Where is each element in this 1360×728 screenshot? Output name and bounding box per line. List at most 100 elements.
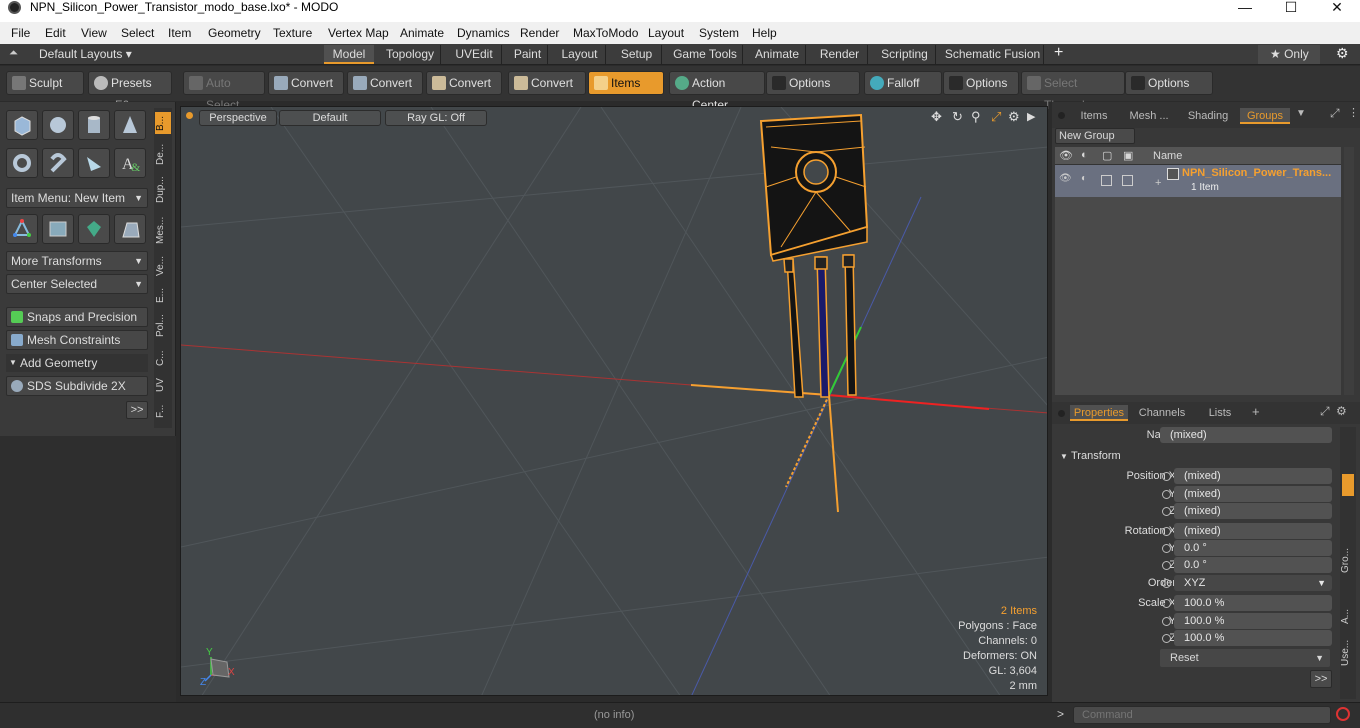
- vtab-deform[interactable]: De...: [155, 140, 171, 168]
- cube-primitive-icon[interactable]: [6, 110, 38, 140]
- row-visibility-icon[interactable]: 👁: [1059, 173, 1072, 184]
- scale-z-field[interactable]: 100.0 %: [1174, 630, 1332, 646]
- side-tab-groups[interactable]: Gro...: [1340, 542, 1356, 578]
- vtab-uv[interactable]: UV: [155, 374, 171, 396]
- keyframe-dot-icon[interactable]: [1162, 527, 1171, 536]
- vtab-mesh[interactable]: Mes...: [155, 212, 171, 248]
- maximize-button[interactable]: ☐: [1268, 0, 1314, 22]
- tab-layout[interactable]: Layout: [554, 45, 606, 64]
- menu-animate[interactable]: Animate: [400, 26, 444, 40]
- select-col-icon[interactable]: ▣: [1123, 149, 1133, 162]
- expand-icon[interactable]: +: [1155, 177, 1161, 189]
- transform-section[interactable]: ▼ Transform: [1058, 448, 1338, 465]
- tab-topology[interactable]: Topology: [380, 45, 441, 64]
- maximize-view-icon[interactable]: ⤢: [991, 109, 1001, 125]
- convert-edges-button[interactable]: Convert: [347, 71, 423, 95]
- items-mode-button[interactable]: Items: [588, 71, 664, 95]
- center-selected-dropdown[interactable]: Center Selected ▼: [6, 274, 148, 294]
- row-lock-checkbox[interactable]: [1101, 175, 1112, 186]
- tab-more-icon[interactable]: ▼: [1296, 108, 1306, 119]
- keyframe-dot-icon[interactable]: [1162, 599, 1171, 608]
- position-z-field[interactable]: (mixed): [1174, 503, 1332, 519]
- menu-vertex-map[interactable]: Vertex Map: [328, 26, 389, 40]
- menu-layout[interactable]: Layout: [648, 26, 684, 40]
- transistor-model[interactable]: [759, 113, 869, 398]
- more-transforms-dropdown[interactable]: More Transforms ▼: [6, 251, 148, 271]
- shading-default-dropdown[interactable]: Default: [279, 110, 381, 126]
- falloff-options-button[interactable]: Options: [943, 71, 1019, 95]
- vtab-vertex[interactable]: Ve...: [155, 252, 171, 280]
- record-icon[interactable]: [1336, 707, 1350, 721]
- tab-uvedit[interactable]: UVEdit: [447, 45, 502, 64]
- convert-materials-button[interactable]: Convert: [508, 71, 586, 95]
- cone-primitive-icon[interactable]: [114, 110, 146, 140]
- rotation-z-field[interactable]: 0.0 °: [1174, 557, 1332, 573]
- menu-select[interactable]: Select: [121, 26, 154, 40]
- keyframe-dot-icon[interactable]: [1162, 561, 1171, 570]
- menu-maxtomodo[interactable]: MaxToModo: [573, 26, 638, 40]
- view-expand-icon[interactable]: ▶: [1027, 110, 1035, 123]
- props-maximize-icon[interactable]: ⤢: [1320, 404, 1330, 419]
- menu-edit[interactable]: Edit: [45, 26, 66, 40]
- sphere-primitive-icon[interactable]: [42, 110, 74, 140]
- tab-animate[interactable]: Animate: [749, 45, 806, 64]
- pen-tool-icon[interactable]: [78, 148, 110, 178]
- tab-render[interactable]: Render: [812, 45, 868, 64]
- keyframe-dot-icon[interactable]: [1162, 472, 1171, 481]
- scale-y-field[interactable]: 100.0 %: [1174, 613, 1332, 629]
- side-tab-user[interactable]: Use...: [1340, 637, 1356, 669]
- add-tab-button[interactable]: +: [1054, 44, 1063, 62]
- menu-render[interactable]: Render: [520, 26, 559, 40]
- tab-schematic-fusion[interactable]: Schematic Fusion: [942, 45, 1044, 64]
- 3d-viewport[interactable]: Y X Z Perspective Default Ray GL: Off ✥ …: [180, 106, 1048, 696]
- select-through-button[interactable]: Select Through: [1021, 71, 1125, 112]
- capsule-primitive-icon[interactable]: [42, 148, 74, 178]
- row-select-checkbox[interactable]: [1122, 175, 1133, 186]
- keyframe-dot-icon[interactable]: [1162, 579, 1171, 588]
- tab-channels[interactable]: Channels: [1134, 405, 1190, 421]
- visibility-col-icon[interactable]: 👁: [1059, 149, 1073, 162]
- tab-properties[interactable]: Properties: [1070, 405, 1128, 421]
- torus-primitive-icon[interactable]: [6, 148, 38, 178]
- presets-button[interactable]: Presets F6: [88, 71, 172, 112]
- vtab-basic[interactable]: B...: [155, 112, 171, 134]
- tab-game-tools[interactable]: Game Tools: [668, 45, 743, 64]
- collapse-icon[interactable]: ⏶: [9, 47, 18, 60]
- convert-vertices-button[interactable]: Convert: [268, 71, 344, 95]
- transform-tool-icon[interactable]: [6, 214, 38, 244]
- default-layouts-dropdown[interactable]: Default Layouts ▾: [39, 47, 132, 61]
- lock-col-icon[interactable]: ▢: [1102, 149, 1112, 162]
- vtab-fusion[interactable]: F...: [155, 400, 171, 422]
- order-dropdown[interactable]: XYZ ▼: [1174, 575, 1332, 591]
- item-menu-dropdown[interactable]: Item Menu: New Item ▼: [6, 188, 148, 208]
- menu-file[interactable]: File: [11, 26, 30, 40]
- rotation-y-field[interactable]: 0.0 °: [1174, 540, 1332, 556]
- menu-texture[interactable]: Texture: [273, 26, 312, 40]
- select-through-options-button[interactable]: Options: [1125, 71, 1213, 95]
- view-settings-icon[interactable]: ⚙: [1008, 109, 1020, 125]
- vtab-duplicate[interactable]: Dup...: [155, 172, 171, 208]
- group-row[interactable]: 👁 ◐ + NPN_Silicon_Power_Trans... 1 Item: [1055, 165, 1341, 197]
- sds-subdivide-button[interactable]: SDS Subdivide 2X: [6, 376, 148, 396]
- falloff-button[interactable]: Falloff: [864, 71, 942, 95]
- keyframe-dot-icon[interactable]: [1162, 507, 1171, 516]
- tab-paint[interactable]: Paint: [508, 45, 548, 64]
- tab-items[interactable]: Items: [1070, 108, 1118, 124]
- tab-setup[interactable]: Setup: [612, 45, 662, 64]
- menu-system[interactable]: System: [699, 26, 739, 40]
- menu-help[interactable]: Help: [752, 26, 777, 40]
- rotation-x-field[interactable]: (mixed): [1174, 523, 1332, 539]
- position-y-field[interactable]: (mixed): [1174, 486, 1332, 502]
- mesh-constraints-button[interactable]: Mesh Constraints: [6, 330, 148, 350]
- props-side-tab-active[interactable]: [1342, 474, 1354, 496]
- minimize-button[interactable]: —: [1222, 0, 1268, 22]
- auto-select-button[interactable]: Auto Select: [183, 71, 265, 112]
- add-props-tab-button[interactable]: +: [1252, 404, 1260, 419]
- more-tools-button[interactable]: >>: [126, 401, 148, 419]
- rotate-view-icon[interactable]: ↻: [952, 109, 963, 125]
- props-settings-icon[interactable]: ⚙: [1336, 404, 1347, 418]
- menu-item[interactable]: Item: [168, 26, 191, 40]
- vtab-curve[interactable]: C...: [155, 346, 171, 370]
- keyframe-dot-icon[interactable]: [1162, 490, 1171, 499]
- add-geometry-section[interactable]: ▼ Add Geometry: [6, 354, 148, 372]
